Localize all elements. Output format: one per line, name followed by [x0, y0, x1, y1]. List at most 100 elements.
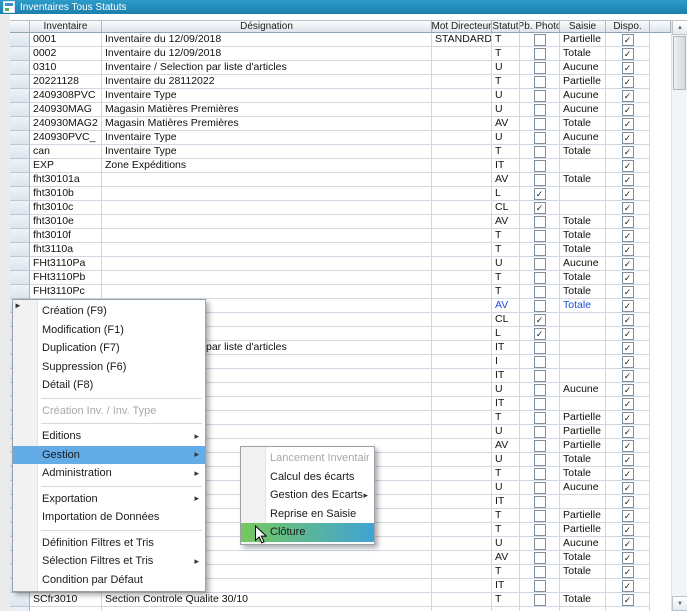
- pb-photo-checkbox[interactable]: [534, 454, 546, 466]
- pb-photo-checkbox[interactable]: ✓: [534, 328, 546, 340]
- dispo-checkbox[interactable]: ✓: [622, 538, 634, 550]
- pb-photo-checkbox[interactable]: [534, 132, 546, 144]
- table-row[interactable]: 0002 Inventaire du 12/09/2018 T Totale ✓: [10, 47, 671, 61]
- pb-photo-checkbox[interactable]: [534, 496, 546, 508]
- dispo-checkbox[interactable]: ✓: [622, 496, 634, 508]
- pb-photo-checkbox[interactable]: [534, 160, 546, 172]
- scrollbar-down-icon[interactable]: ▼: [672, 596, 687, 611]
- row-selector[interactable]: [10, 33, 30, 47]
- scrollbar-up-icon[interactable]: ▲: [672, 20, 687, 35]
- submenu-item-gestion-ecarts[interactable]: Gestion des Ecarts ▸: [241, 486, 374, 505]
- pb-photo-checkbox[interactable]: [534, 440, 546, 452]
- dispo-checkbox[interactable]: ✓: [622, 552, 634, 564]
- dispo-checkbox[interactable]: ✓: [622, 524, 634, 536]
- dispo-checkbox[interactable]: ✓: [622, 258, 634, 270]
- pb-photo-checkbox[interactable]: [534, 426, 546, 438]
- dispo-checkbox[interactable]: ✓: [622, 244, 634, 256]
- table-row[interactable]: 0310 Inventaire / Selection par liste d'…: [10, 61, 671, 75]
- table-row[interactable]: FHt3110Pb T Totale ✓: [10, 271, 671, 285]
- dispo-checkbox[interactable]: ✓: [622, 62, 634, 74]
- pb-photo-checkbox[interactable]: [534, 580, 546, 592]
- pb-photo-checkbox[interactable]: [534, 594, 546, 606]
- pb-photo-checkbox[interactable]: [534, 566, 546, 578]
- pb-photo-checkbox[interactable]: [534, 398, 546, 410]
- menu-item-administration[interactable]: Administration ▸: [13, 464, 205, 483]
- table-row[interactable]: fht30101a AV Totale ✓: [10, 173, 671, 187]
- row-selector[interactable]: [10, 47, 30, 61]
- dispo-checkbox[interactable]: ✓: [622, 90, 634, 102]
- header-pb-photo[interactable]: Pb. Photo: [520, 20, 560, 33]
- dispo-checkbox[interactable]: ✓: [622, 118, 634, 130]
- menu-item-gestion[interactable]: Gestion ▸: [13, 446, 205, 465]
- dispo-checkbox[interactable]: ✓: [622, 566, 634, 578]
- dispo-checkbox[interactable]: ✓: [622, 34, 634, 46]
- dispo-checkbox[interactable]: ✓: [622, 412, 634, 424]
- pb-photo-checkbox[interactable]: [534, 104, 546, 116]
- vertical-scrollbar[interactable]: ▲ ▼: [671, 20, 687, 611]
- dispo-checkbox[interactable]: ✓: [622, 342, 634, 354]
- menu-item-exportation[interactable]: Exportation ▸: [13, 490, 205, 509]
- pb-photo-checkbox[interactable]: [534, 258, 546, 270]
- menu-item-duplication[interactable]: Duplication (F7) ▸: [13, 339, 205, 358]
- pb-photo-checkbox[interactable]: [534, 286, 546, 298]
- row-selector[interactable]: [10, 243, 30, 257]
- dispo-checkbox[interactable]: ✓: [622, 510, 634, 522]
- row-selector[interactable]: [10, 229, 30, 243]
- row-selector[interactable]: [10, 61, 30, 75]
- pb-photo-checkbox[interactable]: [534, 118, 546, 130]
- menu-item-condition-defaut[interactable]: Condition par Défaut ▸: [13, 571, 205, 590]
- dispo-checkbox[interactable]: ✓: [622, 146, 634, 158]
- row-selector[interactable]: [10, 131, 30, 145]
- dispo-checkbox[interactable]: ✓: [622, 314, 634, 326]
- scrollbar-thumb[interactable]: [673, 36, 686, 90]
- row-selector[interactable]: [10, 215, 30, 229]
- row-selector[interactable]: [10, 607, 30, 611]
- pb-photo-checkbox[interactable]: [534, 146, 546, 158]
- pb-photo-checkbox[interactable]: [534, 342, 546, 354]
- table-row[interactable]: fht3010f T Totale ✓: [10, 229, 671, 243]
- pb-photo-checkbox[interactable]: [534, 272, 546, 284]
- pb-photo-checkbox[interactable]: [534, 34, 546, 46]
- dispo-checkbox[interactable]: ✓: [622, 104, 634, 116]
- pb-photo-checkbox[interactable]: [534, 48, 546, 60]
- table-row[interactable]: FHt3110Pc T Totale ✓: [10, 285, 671, 299]
- dispo-checkbox[interactable]: ✓: [622, 160, 634, 172]
- header-select-all[interactable]: [10, 20, 30, 33]
- submenu-item-calcul-ecarts[interactable]: Calcul des écarts ▸: [241, 468, 374, 487]
- dispo-checkbox[interactable]: ✓: [622, 286, 634, 298]
- dispo-checkbox[interactable]: ✓: [622, 202, 634, 214]
- menu-item-selection-filtres-tris[interactable]: Sélection Filtres et Tris ▸: [13, 552, 205, 571]
- pb-photo-checkbox[interactable]: ✓: [534, 188, 546, 200]
- table-row[interactable]: 20221128 Inventaire du 28112022 T Partie…: [10, 75, 671, 89]
- table-row[interactable]: 0001 Inventaire du 12/09/2018 STANDARD T…: [10, 33, 671, 47]
- row-selector[interactable]: [10, 187, 30, 201]
- pb-photo-checkbox[interactable]: [534, 90, 546, 102]
- dispo-checkbox[interactable]: ✓: [622, 580, 634, 592]
- dispo-checkbox[interactable]: ✓: [622, 594, 634, 606]
- row-selector[interactable]: [10, 89, 30, 103]
- dispo-checkbox[interactable]: ✓: [622, 426, 634, 438]
- header-statut[interactable]: Statut: [492, 20, 520, 33]
- menu-item-definition-filtres-tris[interactable]: Définition Filtres et Tris ▸: [13, 534, 205, 553]
- dispo-checkbox[interactable]: ✓: [622, 384, 634, 396]
- pb-photo-checkbox[interactable]: [534, 216, 546, 228]
- row-selector[interactable]: [10, 201, 30, 215]
- pb-photo-checkbox[interactable]: [534, 300, 546, 312]
- pb-photo-checkbox[interactable]: [534, 356, 546, 368]
- table-row[interactable]: EXP Zone Expéditions IT ✓: [10, 159, 671, 173]
- pb-photo-checkbox[interactable]: [534, 174, 546, 186]
- row-selector[interactable]: [10, 285, 30, 299]
- dispo-checkbox[interactable]: ✓: [622, 272, 634, 284]
- header-inventaire[interactable]: Inventaire: [30, 20, 102, 33]
- dispo-checkbox[interactable]: ✓: [622, 76, 634, 88]
- table-row[interactable]: SCfr3010 Section Controle Qualite 30/10 …: [10, 593, 671, 607]
- pb-photo-checkbox[interactable]: [534, 76, 546, 88]
- row-selector[interactable]: [10, 117, 30, 131]
- header-saisie[interactable]: Saisie: [560, 20, 606, 33]
- pb-photo-checkbox[interactable]: [534, 370, 546, 382]
- menu-item-creation[interactable]: Création (F9) ▸: [13, 302, 205, 321]
- table-row[interactable]: can Inventaire Type T Totale ✓: [10, 145, 671, 159]
- row-selector[interactable]: [10, 145, 30, 159]
- pb-photo-checkbox[interactable]: ✓: [534, 314, 546, 326]
- pb-photo-checkbox[interactable]: [534, 482, 546, 494]
